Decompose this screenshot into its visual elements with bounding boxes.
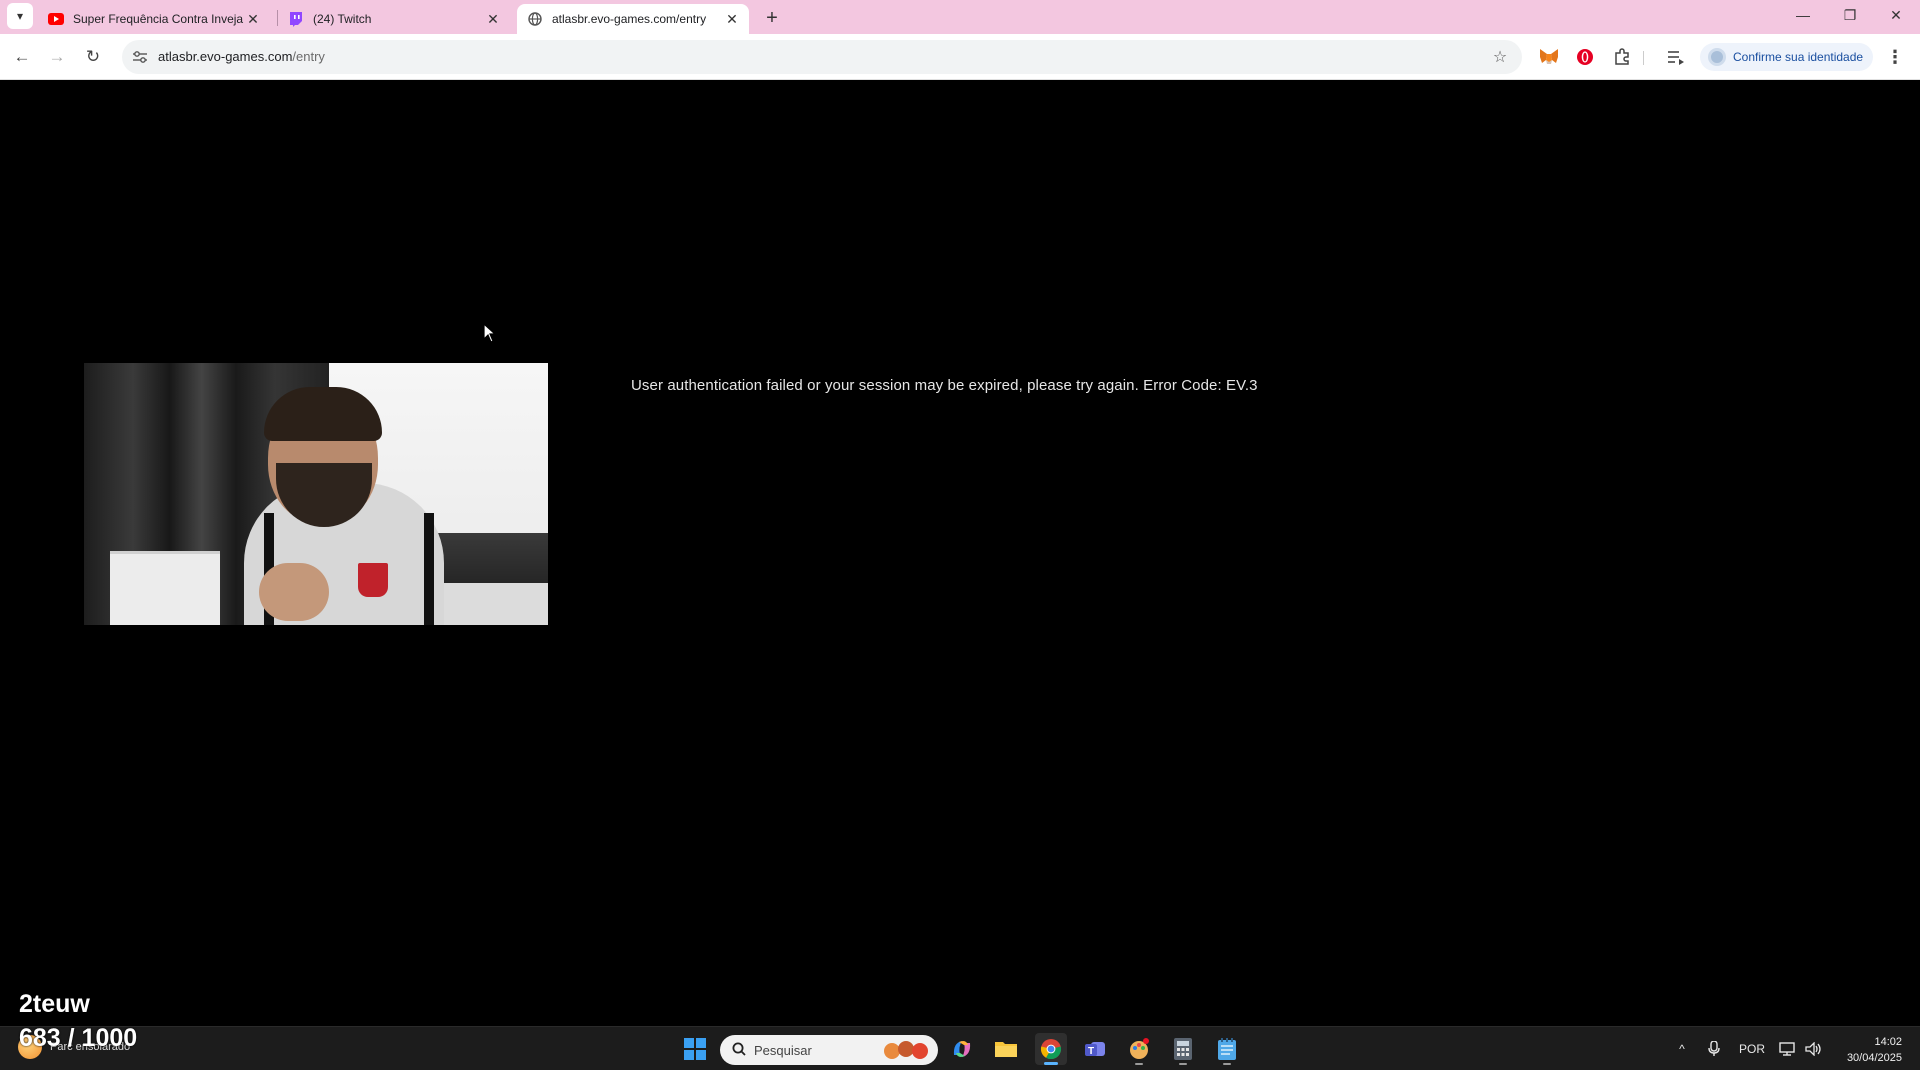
close-window-button[interactable]: ✕ xyxy=(1873,0,1919,30)
globe-icon xyxy=(527,11,543,27)
media-controls-icon[interactable] xyxy=(1664,45,1688,69)
metamask-extension-icon[interactable] xyxy=(1537,45,1561,69)
webcam-overlay-image xyxy=(84,363,548,625)
start-button[interactable] xyxy=(679,1033,711,1065)
new-tab-button[interactable]: + xyxy=(758,4,786,32)
youtube-icon xyxy=(48,11,64,27)
twitch-icon xyxy=(288,11,304,27)
tab-title: Super Frequência Contra Inveja xyxy=(73,12,244,26)
forward-button[interactable]: → xyxy=(42,42,72,72)
toolbar-divider xyxy=(1643,51,1644,65)
windows-taskbar: Parc ensolarado Pesquisar T ^ POR 14:02 … xyxy=(0,1026,1920,1070)
maximize-button[interactable]: ❐ xyxy=(1827,0,1873,30)
stream-overlay-counter: 683 / 1000 xyxy=(19,1024,138,1052)
clock-time: 14:02 xyxy=(1874,1036,1902,1048)
svg-text:T: T xyxy=(1088,1046,1094,1057)
system-clock[interactable]: 14:02 30/04/2025 xyxy=(1847,1034,1902,1066)
tab-search-button[interactable]: ▾ xyxy=(7,3,33,29)
tab-title: (24) Twitch xyxy=(313,12,372,26)
chrome-icon[interactable] xyxy=(1035,1033,1067,1065)
identity-button[interactable]: Confirme sua identidade xyxy=(1700,43,1874,71)
bookmark-star-icon[interactable]: ☆ xyxy=(1490,47,1510,67)
teams-icon[interactable]: T xyxy=(1079,1033,1111,1065)
show-hidden-icons-chevron[interactable]: ^ xyxy=(1672,1027,1692,1070)
browser-toolbar: ← → ↻ atlasbr.evo-games.com/entry ☆ Conf… xyxy=(0,34,1920,80)
url-text[interactable]: atlasbr.evo-games.com/entry xyxy=(158,49,325,64)
file-explorer-icon[interactable] xyxy=(990,1033,1022,1065)
chevron-down-icon: ▾ xyxy=(16,9,24,23)
minimize-button[interactable]: — xyxy=(1780,0,1826,30)
webcam-person-hands xyxy=(259,563,329,621)
back-button[interactable]: ← xyxy=(7,42,37,72)
clock-date: 30/04/2025 xyxy=(1846,1052,1902,1064)
tab-youtube[interactable]: Super Frequência Contra Inveja ✕ xyxy=(38,4,270,34)
screen: ▾ Super Frequência Contra Inveja ✕ (24) … xyxy=(0,0,1920,1070)
tab-atlasbr[interactable]: atlasbr.evo-games.com/entry ✕ xyxy=(517,4,749,34)
jacket-stripe xyxy=(424,513,434,625)
search-icon xyxy=(732,1042,746,1059)
address-bar[interactable]: atlasbr.evo-games.com/entry ☆ xyxy=(122,40,1522,74)
error-message: User authentication failed or your sessi… xyxy=(631,377,1258,394)
network-icon[interactable] xyxy=(1777,1027,1799,1070)
profile-avatar-icon xyxy=(1708,48,1726,66)
reload-button[interactable]: ↻ xyxy=(78,42,108,72)
site-settings-icon[interactable] xyxy=(130,47,150,67)
url-path: /entry xyxy=(292,49,325,64)
opera-extension-icon[interactable] xyxy=(1573,45,1597,69)
search-highlight-icon xyxy=(884,1041,928,1059)
close-tab-icon[interactable]: ✕ xyxy=(244,10,262,28)
input-language-indicator[interactable]: POR xyxy=(1736,1027,1768,1070)
close-tab-icon[interactable]: ✕ xyxy=(723,10,741,28)
extensions-puzzle-icon[interactable] xyxy=(1610,45,1634,69)
jacket-crest xyxy=(358,563,388,597)
webcam-radiator xyxy=(110,551,220,625)
tab-title: atlasbr.evo-games.com/entry xyxy=(552,12,707,26)
identity-label: Confirme sua identidade xyxy=(1733,50,1864,64)
tab-twitch[interactable]: (24) Twitch ✕ xyxy=(278,4,510,34)
close-tab-icon[interactable]: ✕ xyxy=(484,10,502,28)
url-host: atlasbr.evo-games.com xyxy=(158,49,293,64)
stream-overlay-name: 2teuw xyxy=(19,990,90,1018)
microphone-icon[interactable] xyxy=(1703,1027,1725,1070)
taskbar-search[interactable]: Pesquisar xyxy=(720,1035,938,1065)
webcam-sheet xyxy=(444,583,548,625)
browser-menu-icon[interactable]: ⋮ xyxy=(1884,45,1906,69)
tab-strip: ▾ Super Frequência Contra Inveja ✕ (24) … xyxy=(0,0,1920,34)
paint-app-icon[interactable] xyxy=(1123,1033,1155,1065)
volume-icon[interactable] xyxy=(1803,1027,1825,1070)
calculator-icon[interactable] xyxy=(1167,1033,1199,1065)
copilot-icon[interactable] xyxy=(946,1033,978,1065)
search-placeholder: Pesquisar xyxy=(754,1042,812,1058)
notepad-icon[interactable] xyxy=(1211,1033,1243,1065)
